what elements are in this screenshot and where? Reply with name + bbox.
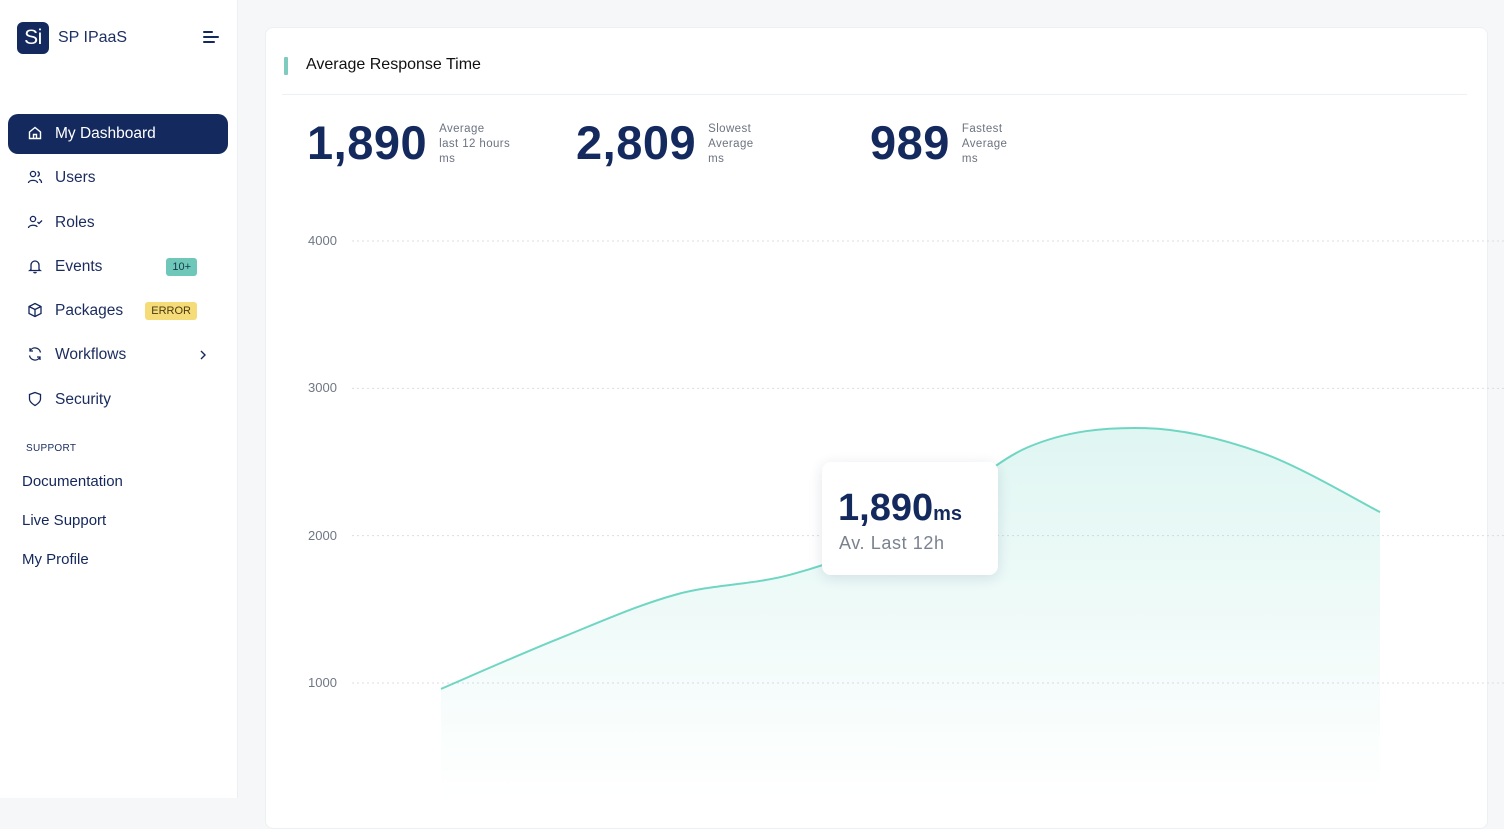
tooltip-number: 1,890 xyxy=(838,487,934,529)
sidebar-item-label: Events xyxy=(55,257,103,275)
logo: Si xyxy=(17,22,49,54)
documentation-link[interactable]: Documentation xyxy=(22,473,123,490)
stat-average: 1,890 Average last 12 hours ms xyxy=(307,116,510,170)
divider xyxy=(282,94,1467,95)
y-tick-label: 4000 xyxy=(308,233,337,248)
home-icon xyxy=(28,126,42,140)
sidebar-item-label: Workflows xyxy=(55,346,127,364)
y-tick-label: 3000 xyxy=(308,380,337,396)
sidebar-item-workflows[interactable]: Workflows xyxy=(8,335,228,375)
y-tick-label: 2000 xyxy=(308,527,337,543)
sidebar-item-label: Security xyxy=(55,390,111,408)
stat-desc-line: Fastest xyxy=(961,123,1003,135)
tooltip-label: Av. Last 12h xyxy=(839,533,945,553)
stat-desc-line: ms xyxy=(439,153,456,165)
events-count-badge: 10+ xyxy=(166,257,197,276)
tooltip-unit: ms xyxy=(933,503,962,525)
stat-value: 1,890 xyxy=(307,116,428,169)
sidebar: Si SP IPaaS My Dashboard Users Roles Eve… xyxy=(0,0,237,798)
sidebar-item-events[interactable]: Events 10+ xyxy=(8,247,228,287)
sidebar-item-users[interactable]: Users xyxy=(8,158,228,198)
stat-value: 989 xyxy=(870,116,950,169)
app-name: SP IPaaS xyxy=(58,29,128,46)
stat-desc-line: ms xyxy=(708,153,725,165)
chart-tooltip: 1,890ms Av. Last 12h xyxy=(822,462,998,575)
bell-icon xyxy=(28,260,42,274)
y-tick-label: 1000 xyxy=(308,675,337,690)
live-support-link[interactable]: Live Support xyxy=(22,512,106,529)
stat-description: Slowest Average ms xyxy=(708,122,753,167)
refresh-icon xyxy=(28,347,42,362)
sidebar-item-dashboard[interactable]: My Dashboard xyxy=(8,114,228,154)
brand[interactable]: Si SP IPaaS xyxy=(17,22,127,54)
sidebar-item-label: Packages xyxy=(55,302,124,320)
sidebar-item-roles[interactable]: Roles xyxy=(8,203,228,243)
sidebar-item-packages[interactable]: Packages ERROR xyxy=(8,291,228,331)
my-profile-link[interactable]: My Profile xyxy=(22,551,89,568)
stat-slowest: 2,809 Slowest Average ms xyxy=(576,116,754,170)
chevron-right-icon[interactable] xyxy=(198,349,208,361)
sidebar-item-label: Roles xyxy=(55,213,95,231)
support-section-title: SUPPORT xyxy=(26,443,77,454)
stat-description: Average last 12 hours ms xyxy=(439,122,510,167)
users-icon xyxy=(27,171,43,184)
title-accent-bar xyxy=(284,57,288,75)
stat-value: 2,809 xyxy=(576,116,697,169)
stat-desc-line: Slowest xyxy=(708,123,752,135)
stat-fastest: 989 Fastest Average ms xyxy=(870,116,1007,170)
shield-icon xyxy=(28,391,42,407)
sidebar-item-security[interactable]: Security xyxy=(8,380,228,420)
main-nav: My Dashboard Users Roles Events 10+ Pack… xyxy=(8,114,228,424)
tooltip-value: 1,890ms xyxy=(838,488,962,534)
packages-error-badge: ERROR xyxy=(145,302,197,321)
stat-desc-line: Average xyxy=(439,123,485,135)
user-check-icon xyxy=(27,215,43,228)
card-title: Average Response Time xyxy=(306,56,481,73)
stat-desc-line: last 12 hours xyxy=(439,138,511,150)
sidebar-item-label: My Dashboard xyxy=(55,125,156,142)
stat-desc-line: ms xyxy=(961,153,979,165)
menu-toggle-icon[interactable] xyxy=(203,31,219,45)
stat-desc-line: Average xyxy=(708,138,754,150)
box-icon xyxy=(28,302,42,318)
stat-desc-line: Average xyxy=(961,138,1008,150)
sidebar-item-label: Users xyxy=(55,169,96,187)
stat-description: Fastest Average ms xyxy=(962,122,1007,167)
